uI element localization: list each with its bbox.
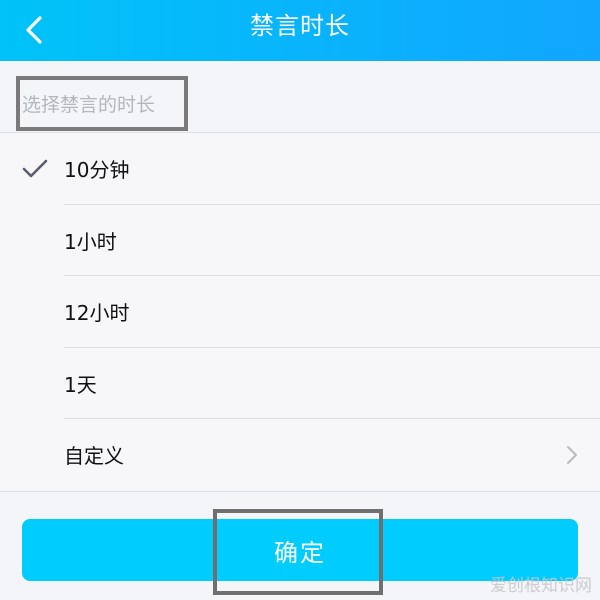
section-header: 选择禁言的时长	[0, 61, 600, 132]
duration-option-custom[interactable]: 自定义	[0, 419, 600, 491]
watermark-text: 爱创根知识网	[490, 576, 592, 596]
option-label: 12小时	[64, 301, 130, 326]
page-title: 禁言时长	[250, 12, 350, 40]
option-label: 1小时	[64, 229, 117, 254]
duration-option-12hours[interactable]: 12小时	[0, 276, 600, 348]
option-label: 10分钟	[64, 158, 130, 183]
section-label: 选择禁言的时长	[22, 94, 156, 116]
duration-option-10min[interactable]: 10分钟	[0, 133, 600, 205]
option-label: 1天	[64, 372, 97, 397]
duration-option-1day[interactable]: 1天	[0, 348, 600, 419]
duration-option-1hour[interactable]: 1小时	[0, 205, 600, 276]
checkmark-icon	[22, 159, 48, 178]
nav-bar: 禁言时长	[0, 0, 600, 61]
chevron-right-icon	[567, 445, 577, 464]
duration-list: 10分钟 1小时 12小时 1天 自定义	[0, 132, 600, 492]
option-label: 自定义	[64, 444, 124, 469]
